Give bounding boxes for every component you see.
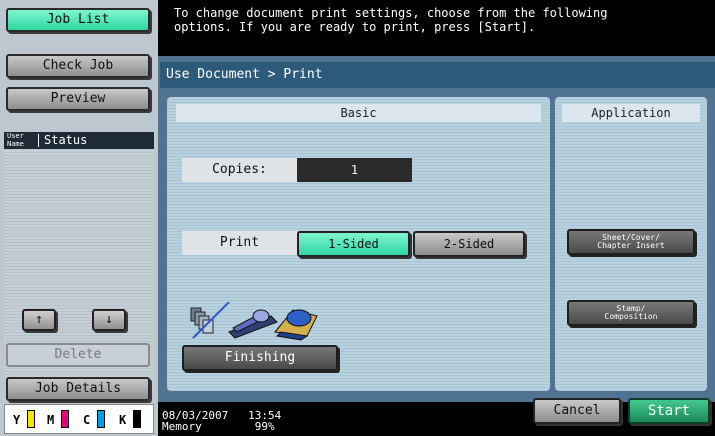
- toner-magenta-bar: [61, 410, 69, 428]
- start-button[interactable]: Start: [628, 398, 710, 424]
- preview-button[interactable]: Preview: [6, 87, 150, 111]
- copies-value-field[interactable]: 1: [297, 158, 412, 182]
- toner-cyan-bar: [97, 410, 105, 428]
- copies-label: Copies:: [182, 158, 297, 182]
- toner-black-bar: [133, 410, 141, 428]
- user-name-column-label: User Name: [7, 132, 24, 148]
- scroll-down-button[interactable]: ↓: [92, 309, 126, 331]
- job-details-button[interactable]: Job Details: [6, 377, 150, 401]
- toner-yellow-label: Y: [13, 413, 21, 427]
- delete-button[interactable]: Delete: [6, 343, 150, 367]
- toner-magenta-label: M: [47, 413, 55, 427]
- job-sidebar: Job List Check Job Preview User Name Sta…: [0, 0, 158, 436]
- one-sided-button[interactable]: 1-Sided: [297, 231, 410, 257]
- basic-heading: Basic: [176, 104, 541, 122]
- stamp-composition-button[interactable]: Stamp/ Composition: [567, 300, 695, 326]
- memory-label: Memory: [162, 420, 202, 433]
- job-list-header: User Name Status: [4, 132, 154, 149]
- scroll-up-button[interactable]: ↑: [22, 309, 56, 331]
- memory-value: 99%: [254, 420, 275, 433]
- basic-panel: Basic Copies: 1 Print 1-Sided 2-Sided Fi…: [167, 97, 550, 391]
- toner-level-indicator: Y M C K: [4, 404, 154, 434]
- screen-title: Use Document > Print: [160, 62, 715, 88]
- application-panel: Application Sheet/Cover/ Chapter Insert …: [555, 97, 707, 391]
- status-bar-info: 08/03/2007 13:54 Memory 99%: [162, 410, 281, 432]
- job-list-button[interactable]: Job List: [6, 8, 150, 32]
- column-divider: [38, 134, 39, 147]
- status-column-label: Status: [44, 133, 88, 147]
- two-sided-button[interactable]: 2-Sided: [413, 231, 525, 257]
- arrow-up-icon: ↑: [35, 312, 43, 327]
- toner-yellow-bar: [27, 410, 35, 428]
- sheet-cover-chapter-insert-button[interactable]: Sheet/Cover/ Chapter Insert: [567, 229, 695, 255]
- print-label: Print: [182, 231, 297, 255]
- application-heading: Application: [562, 104, 700, 122]
- toner-cyan-label: C: [83, 413, 91, 427]
- finishing-button[interactable]: Finishing: [182, 345, 338, 371]
- toner-black-label: K: [119, 413, 127, 427]
- arrow-down-icon: ↓: [105, 312, 113, 327]
- finishing-icon: [189, 301, 331, 342]
- cancel-button[interactable]: Cancel: [533, 398, 621, 424]
- instruction-message: To change document print settings, choos…: [160, 0, 715, 56]
- check-job-button[interactable]: Check Job: [6, 54, 150, 78]
